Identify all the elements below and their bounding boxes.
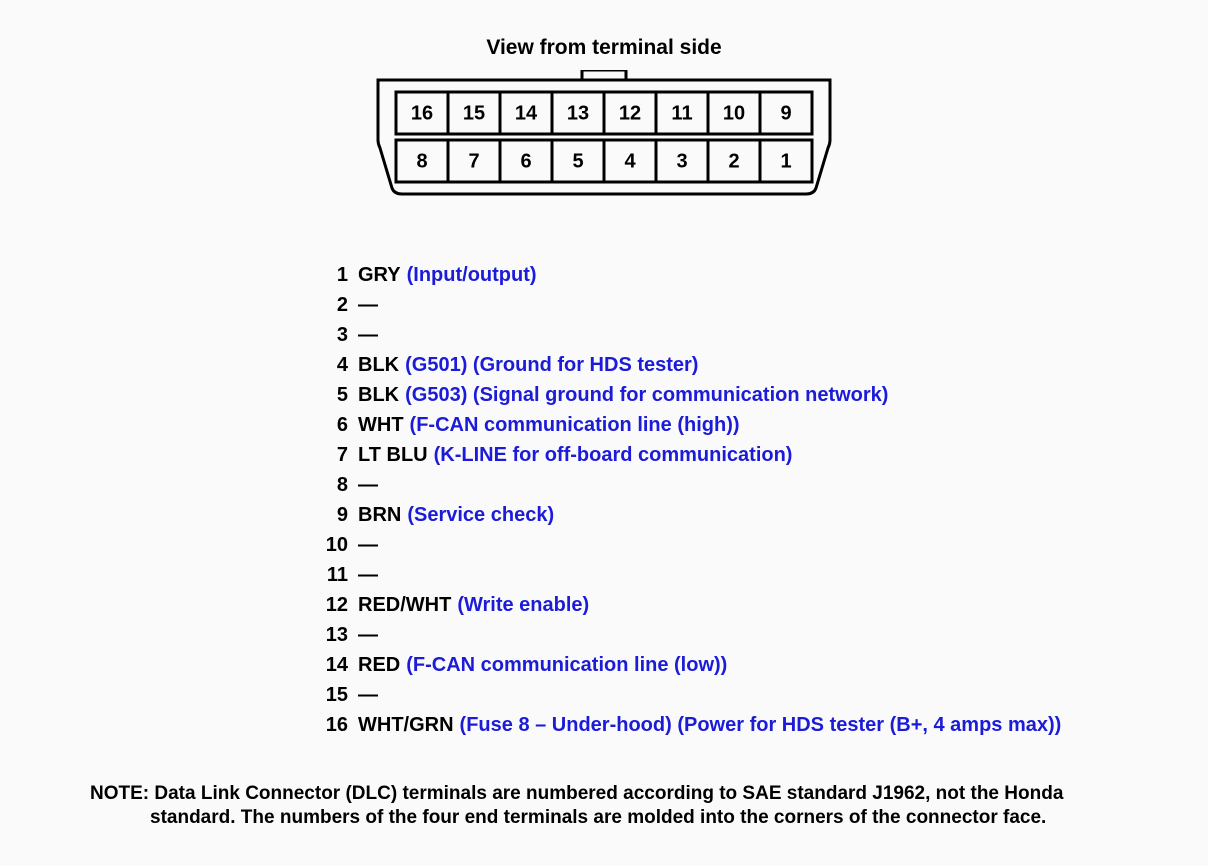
pin-color: RED/WHT	[358, 590, 451, 620]
pin-cell-1-label: 1	[780, 150, 791, 172]
pin-list: 1GRY(Input/output)2—3—4BLK(G501) (Ground…	[320, 260, 1208, 740]
pin-desc: (F-CAN communication line (low))	[406, 650, 727, 680]
pin-cell-16-label: 16	[411, 102, 433, 124]
pin-number: 8	[320, 470, 348, 500]
note-label: NOTE:	[90, 783, 149, 804]
pin-row-4: 4 BLK(G501) (Ground for HDS tester)	[320, 350, 1208, 380]
pin-row-5: 5 BLK(G503) (Signal ground for communicat…	[320, 380, 1208, 410]
diagram-title: View from terminal side	[0, 36, 1208, 60]
pin-color: GRY	[358, 260, 401, 290]
pin-cell-8-label: 8	[416, 150, 427, 172]
note-line-2: standard. The numbers of the four end te…	[150, 806, 1118, 830]
pin-cell-15-label: 15	[463, 102, 485, 124]
pin-row-3: 3—	[320, 320, 1208, 350]
pin-row-13: 13 —	[320, 620, 1208, 650]
pin-number: 5	[320, 380, 348, 410]
pin-row-1: 1 GRY(Input/output)	[320, 260, 1208, 290]
pin-row-8: 8—	[320, 470, 1208, 500]
pin-desc: (F-CAN communication line (high))	[410, 410, 740, 440]
pin-number: 12	[320, 590, 348, 620]
note-block: NOTE: Data Link Connector (DLC) terminal…	[90, 782, 1118, 830]
pin-cell-7-label: 7	[468, 150, 479, 172]
connector-diagram: 16 15 14 13 12 11 10 9 8 7 6 5 4 3 2 1	[374, 70, 834, 200]
pin-cell-2-label: 2	[728, 150, 739, 172]
pin-number: 11	[320, 560, 348, 590]
pin-number: 16	[320, 710, 348, 740]
pin-desc: (K-LINE for off-board communication)	[434, 440, 793, 470]
pin-empty-dash: —	[358, 290, 379, 320]
pin-cell-5-label: 5	[572, 150, 583, 172]
pin-number: 3	[320, 320, 348, 350]
pin-desc: (Input/output)	[407, 260, 537, 290]
pin-number: 15	[320, 680, 348, 710]
pin-cell-11-label: 11	[671, 102, 692, 124]
pin-empty-dash: —	[358, 560, 379, 590]
pin-cell-6-label: 6	[520, 150, 531, 172]
pin-cell-9-label: 9	[780, 102, 791, 124]
pin-cell-4-label: 4	[624, 150, 636, 172]
pin-row-12: 12 RED/WHT(Write enable)	[320, 590, 1208, 620]
pin-row-9: 9 BRN(Service check)	[320, 500, 1208, 530]
pin-cell-13-label: 13	[567, 102, 589, 124]
pin-row-10: 10 —	[320, 530, 1208, 560]
pin-desc: (G503) (Signal ground for communication …	[405, 380, 888, 410]
pin-empty-dash: —	[358, 470, 379, 500]
pin-row-7: 7 LT BLU(K-LINE for off-board communicati…	[320, 440, 1208, 470]
pin-number: 2	[320, 290, 348, 320]
pin-number: 14	[320, 650, 348, 680]
pin-row-2: 2—	[320, 290, 1208, 320]
pin-row-16: 16 WHT/GRN(Fuse 8 – Under-hood) (Power fo…	[320, 710, 1208, 740]
pin-row-11: 11 —	[320, 560, 1208, 590]
pin-color: RED	[358, 650, 400, 680]
pin-empty-dash: —	[358, 620, 379, 650]
pin-desc: (G501) (Ground for HDS tester)	[405, 350, 698, 380]
pin-cell-14-label: 14	[515, 102, 538, 124]
pin-desc: (Fuse 8 – Under-hood) (Power for HDS tes…	[460, 710, 1062, 740]
pin-cell-10-label: 10	[723, 102, 745, 124]
pin-empty-dash: —	[358, 680, 379, 710]
pin-number: 9	[320, 500, 348, 530]
note-line-1: Data Link Connector (DLC) terminals are …	[154, 783, 1063, 804]
pin-cell-3-label: 3	[676, 150, 687, 172]
pin-color: LT BLU	[358, 440, 428, 470]
connector-svg: 16 15 14 13 12 11 10 9 8 7 6 5 4 3 2 1	[374, 70, 834, 200]
pin-number: 7	[320, 440, 348, 470]
pin-number: 10	[320, 530, 348, 560]
pin-row-6: 6 WHT(F-CAN communication line (high))	[320, 410, 1208, 440]
pin-color: WHT/GRN	[358, 710, 454, 740]
pin-empty-dash: —	[358, 530, 379, 560]
pin-row-15: 15 —	[320, 680, 1208, 710]
pin-number: 6	[320, 410, 348, 440]
pin-color: BLK	[358, 350, 399, 380]
pin-number: 13	[320, 620, 348, 650]
pin-desc: (Write enable)	[457, 590, 589, 620]
connector-diagram-wrap: 16 15 14 13 12 11 10 9 8 7 6 5 4 3 2 1	[0, 70, 1208, 200]
page-container: View from terminal side 16 15 14 13 12 11 10 9 …	[0, 36, 1208, 866]
pin-row-14: 14 RED(F-CAN communication line (low))	[320, 650, 1208, 680]
pin-number: 4	[320, 350, 348, 380]
pin-color: BRN	[358, 500, 401, 530]
pin-cell-12-label: 12	[619, 102, 641, 124]
pin-color: WHT	[358, 410, 404, 440]
pin-color: BLK	[358, 380, 399, 410]
pin-number: 1	[320, 260, 348, 290]
pin-empty-dash: —	[358, 320, 379, 350]
pin-desc: (Service check)	[407, 500, 554, 530]
